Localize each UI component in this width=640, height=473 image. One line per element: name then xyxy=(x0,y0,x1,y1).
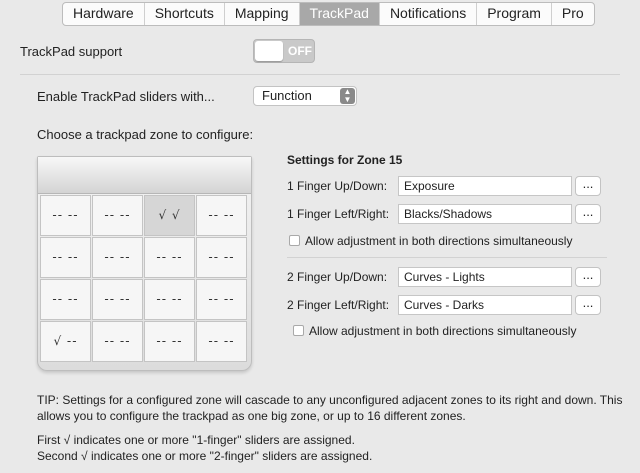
tip-line-2: allows you to configure the trackpad as … xyxy=(37,409,466,423)
two-finger-up-down-button[interactable]: ... xyxy=(575,267,601,287)
zone-cell-15[interactable]: -- -- xyxy=(144,321,195,362)
enable-sliders-value: Function xyxy=(262,88,312,103)
one-finger-left-right-label: 1 Finger Left/Right: xyxy=(287,207,390,221)
zone-settings-heading: Settings for Zone 15 xyxy=(287,153,403,167)
zone-cell-6[interactable]: -- -- xyxy=(92,237,143,278)
two-finger-both-label: Allow adjustment in both directions simu… xyxy=(309,324,577,338)
zone-cell-13[interactable]: √ -- xyxy=(40,321,91,362)
zone-cell-3[interactable]: √ √ xyxy=(144,195,195,236)
zone-cell-12[interactable]: -- -- xyxy=(196,279,247,320)
zone-cell-7[interactable]: -- -- xyxy=(144,237,195,278)
settings-divider xyxy=(287,257,607,258)
one-finger-left-right-field[interactable]: Blacks/Shadows xyxy=(398,204,572,224)
two-finger-up-down-label: 2 Finger Up/Down: xyxy=(287,270,388,284)
trackpad-top-bezel xyxy=(38,157,251,194)
one-finger-up-down-button[interactable]: ... xyxy=(575,176,601,196)
zone-cell-8[interactable]: -- -- xyxy=(196,237,247,278)
legend-line-2: Second √ indicates one or more "2-finger… xyxy=(37,449,373,463)
two-finger-up-down-field[interactable]: Curves - Lights xyxy=(398,267,572,287)
enable-sliders-select[interactable]: Function ▲ ▼ xyxy=(253,86,357,106)
divider xyxy=(20,74,620,75)
tab-trackpad[interactable]: TrackPad xyxy=(299,3,380,25)
zone-cell-11[interactable]: -- -- xyxy=(144,279,195,320)
zone-cell-16[interactable]: -- -- xyxy=(196,321,247,362)
updown-chevron-icon: ▲ ▼ xyxy=(340,88,355,104)
legend-text: First √ indicates one or more "1-finger"… xyxy=(37,432,372,464)
tab-program[interactable]: Program xyxy=(477,3,552,25)
zone-cell-4[interactable]: -- -- xyxy=(196,195,247,236)
one-finger-left-right-button[interactable]: ... xyxy=(575,204,601,224)
one-finger-both-label: Allow adjustment in both directions simu… xyxy=(305,234,573,248)
toggle-knob xyxy=(255,41,283,61)
tip-text: TIP: Settings for a configured zone will… xyxy=(37,392,633,424)
zone-cell-1[interactable]: -- -- xyxy=(40,195,91,236)
two-finger-both-checkbox[interactable] xyxy=(293,325,304,336)
tip-line-1: TIP: Settings for a configured zone will… xyxy=(37,393,623,407)
tab-bar: Hardware Shortcuts Mapping TrackPad Noti… xyxy=(62,2,595,26)
tab-pro[interactable]: Pro xyxy=(552,3,594,25)
zone-cell-9[interactable]: -- -- xyxy=(40,279,91,320)
zone-cell-5[interactable]: -- -- xyxy=(40,237,91,278)
two-finger-left-right-field[interactable]: Curves - Darks xyxy=(398,295,572,315)
zone-cell-14[interactable]: -- -- xyxy=(92,321,143,362)
two-finger-left-right-label: 2 Finger Left/Right: xyxy=(287,298,390,312)
tab-notifications[interactable]: Notifications xyxy=(380,3,478,25)
zone-grid: -- -- -- -- √ √ -- -- -- -- -- -- -- -- … xyxy=(40,195,249,362)
legend-line-1: First √ indicates one or more "1-finger"… xyxy=(37,433,355,447)
one-finger-up-down-label: 1 Finger Up/Down: xyxy=(287,179,388,193)
zone-prompt: Choose a trackpad zone to configure: xyxy=(37,127,254,142)
tab-hardware[interactable]: Hardware xyxy=(63,3,145,25)
zone-cell-10[interactable]: -- -- xyxy=(92,279,143,320)
zone-cell-2[interactable]: -- -- xyxy=(92,195,143,236)
trackpad-zone-map: -- -- -- -- √ √ -- -- -- -- -- -- -- -- … xyxy=(37,156,252,371)
tab-shortcuts[interactable]: Shortcuts xyxy=(145,3,225,25)
enable-sliders-label: Enable TrackPad sliders with... xyxy=(37,89,215,104)
trackpad-support-label: TrackPad support xyxy=(20,44,123,59)
tab-mapping[interactable]: Mapping xyxy=(225,3,300,25)
toggle-state-text: OFF xyxy=(288,44,312,58)
one-finger-up-down-field[interactable]: Exposure xyxy=(398,176,572,196)
trackpad-support-toggle[interactable]: OFF xyxy=(253,39,315,63)
one-finger-both-checkbox[interactable] xyxy=(289,235,300,246)
two-finger-left-right-button[interactable]: ... xyxy=(575,295,601,315)
